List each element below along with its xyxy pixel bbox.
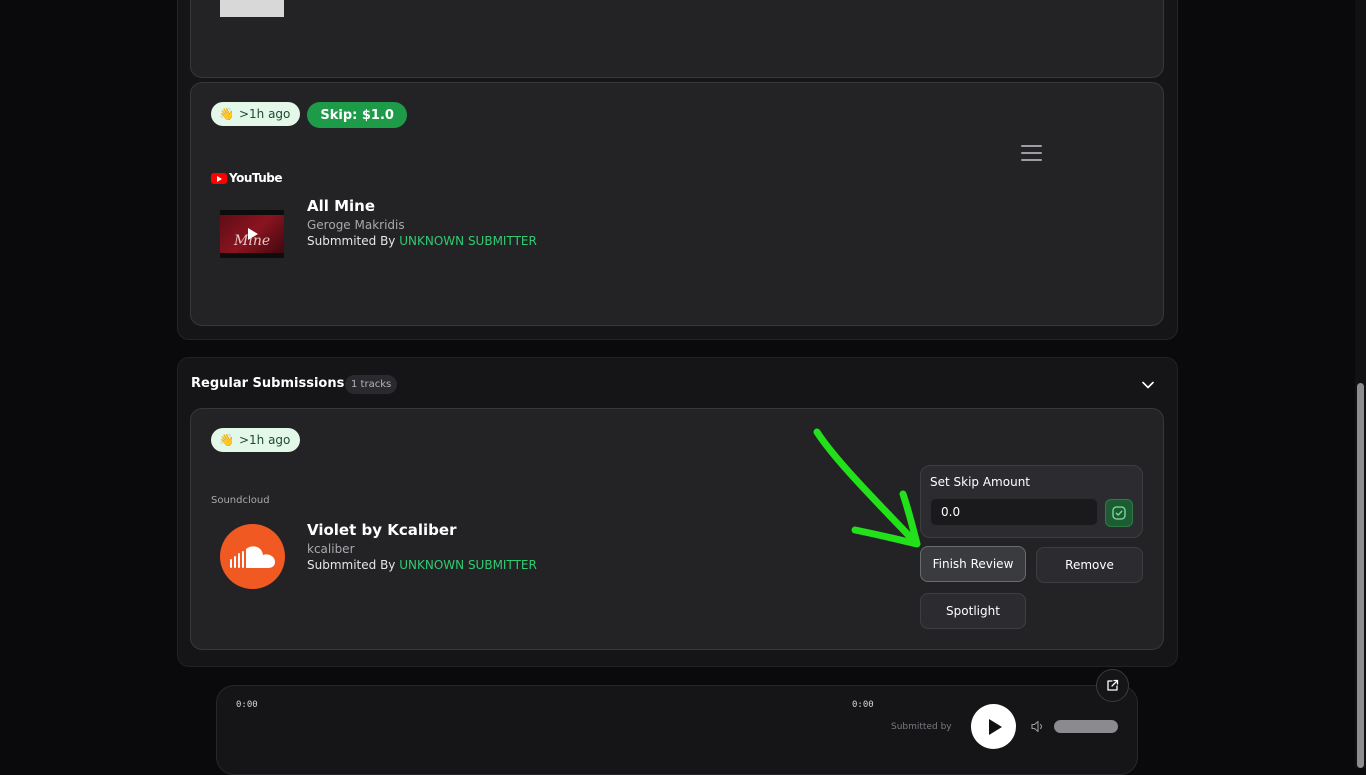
- previous-track-thumbnail: [220, 0, 284, 17]
- track-artist: kcaliber: [307, 542, 355, 556]
- submitted-by-label: Submmited By: [307, 558, 396, 572]
- annotation-arrow-icon: [813, 428, 921, 548]
- section-title: Regular Submissions: [191, 376, 345, 391]
- submitter-link[interactable]: UNKNOWN SUBMITTER: [399, 234, 537, 248]
- spotlight-button[interactable]: Spotlight: [920, 593, 1026, 629]
- volume-slider[interactable]: [1054, 720, 1118, 733]
- soundcloud-thumbnail[interactable]: [220, 524, 285, 589]
- wave-icon: 👋: [219, 107, 234, 121]
- volume-icon[interactable]: [1031, 720, 1045, 733]
- scrollbar-thumb[interactable]: [1357, 383, 1364, 768]
- play-icon: [248, 228, 258, 240]
- track-title: Violet by Kcaliber: [307, 521, 457, 539]
- youtube-play-icon: [211, 172, 227, 184]
- submitted-by-line: Submmited By UNKNOWN SUBMITTER: [307, 558, 537, 572]
- time-ago-pill: 👋 >1h ago: [211, 428, 301, 452]
- youtube-card-pills: 👋 >1h ago Skip: $1.0: [211, 102, 407, 128]
- time-ago-text: >1h ago: [238, 433, 291, 447]
- youtube-logo-text: YouTube: [229, 171, 283, 185]
- player-submitted-by: Submitted by: [891, 722, 952, 732]
- open-external-button[interactable]: [1096, 669, 1129, 702]
- submitter-link[interactable]: UNKNOWN SUBMITTER: [399, 558, 537, 572]
- confirm-skip-button[interactable]: [1105, 499, 1133, 527]
- hamburger-menu-icon[interactable]: [1021, 145, 1042, 162]
- time-ago-pill: 👋 >1h ago: [211, 102, 301, 126]
- skip-amount-label: Set Skip Amount: [930, 475, 1031, 489]
- check-circle-icon: [1112, 506, 1126, 520]
- wave-icon: 👋: [219, 433, 234, 447]
- track-count-badge: 1 tracks: [345, 375, 398, 394]
- skip-amount-panel: Set Skip Amount: [920, 465, 1143, 538]
- platform-label: Soundcloud: [211, 495, 270, 506]
- play-icon: [989, 718, 1002, 735]
- skip-amount-input[interactable]: [930, 498, 1098, 526]
- external-link-icon: [1107, 679, 1119, 691]
- elapsed-time: 0:00: [236, 700, 258, 710]
- finish-review-button[interactable]: Finish Review: [920, 546, 1026, 582]
- track-artist: Geroge Makridis: [307, 218, 405, 232]
- remove-button[interactable]: Remove: [1036, 547, 1143, 583]
- youtube-thumbnail[interactable]: Mine: [220, 210, 284, 258]
- previous-track-card: [190, 0, 1164, 78]
- submitted-by-label: Submmited By: [307, 234, 396, 248]
- soundcloud-icon: [229, 545, 275, 568]
- track-title: All Mine: [307, 197, 376, 215]
- youtube-logo: YouTube: [211, 171, 283, 185]
- chevron-down-icon[interactable]: [1142, 379, 1154, 391]
- skip-amount-badge: Skip: $1.0: [307, 102, 407, 128]
- play-button[interactable]: [971, 704, 1016, 749]
- submitted-by-line: Submmited By UNKNOWN SUBMITTER: [307, 234, 537, 248]
- duration-time: 0:00: [852, 700, 874, 710]
- time-ago-text: >1h ago: [238, 107, 291, 121]
